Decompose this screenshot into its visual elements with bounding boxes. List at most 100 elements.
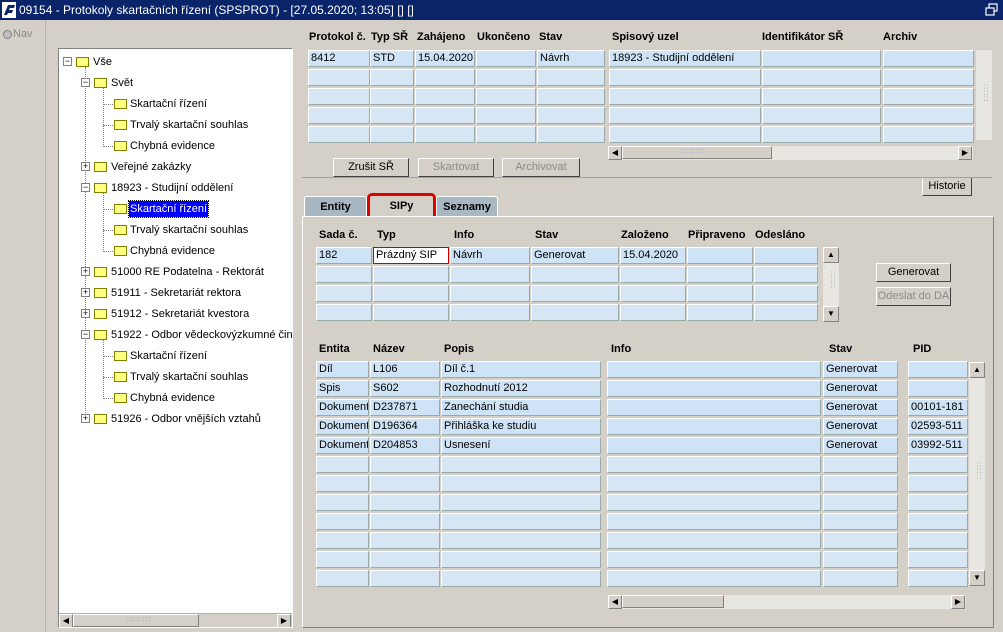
- tree-node-label[interactable]: Skartační řízení: [129, 96, 208, 112]
- grid-cell[interactable]: [607, 513, 821, 530]
- grid-cell[interactable]: [609, 88, 761, 105]
- collapse-icon[interactable]: −: [63, 57, 72, 66]
- tree-node-label[interactable]: Veřejné zakázky: [110, 159, 192, 175]
- grid-cell[interactable]: [537, 107, 605, 124]
- grid-cell[interactable]: D204853: [370, 437, 440, 454]
- grid-cell[interactable]: [607, 380, 821, 397]
- grid-cell[interactable]: [415, 88, 475, 105]
- grid-cell[interactable]: Generovat: [531, 247, 619, 264]
- grid-cell[interactable]: [370, 88, 414, 105]
- grid-cell[interactable]: [370, 551, 440, 568]
- grid-cell[interactable]: [476, 69, 536, 86]
- grid-cell[interactable]: [823, 551, 898, 568]
- grid-cell[interactable]: Návrh: [450, 247, 530, 264]
- grid-cell[interactable]: [620, 304, 686, 321]
- grid-cell[interactable]: Generovat: [823, 399, 898, 416]
- grid-cell[interactable]: [607, 551, 821, 568]
- tab-lists[interactable]: Seznamy: [436, 196, 498, 218]
- scroll-down-icon[interactable]: ▼: [823, 306, 839, 322]
- scroll-right-icon[interactable]: ▶: [958, 146, 972, 160]
- grid-cell[interactable]: [441, 532, 601, 549]
- archive-button[interactable]: Archivovat: [502, 158, 580, 177]
- tree-node-label[interactable]: 51912 - Sekretariát kvestora: [110, 306, 250, 322]
- grid-cell[interactable]: [370, 532, 440, 549]
- tree-node-label[interactable]: 18923 - Studijní oddělení: [110, 180, 234, 196]
- grid-cell[interactable]: [370, 494, 440, 511]
- grid-cell[interactable]: [609, 126, 761, 143]
- tree-node-label[interactable]: Svět: [110, 75, 134, 91]
- grid-cell[interactable]: [762, 88, 881, 105]
- tab-entities[interactable]: Entity: [304, 196, 367, 218]
- grid-cell[interactable]: [607, 418, 821, 435]
- grid-cell[interactable]: [476, 107, 536, 124]
- scroll-left-icon[interactable]: ◀: [608, 146, 622, 160]
- grid-cell[interactable]: [883, 50, 974, 67]
- grid-cell[interactable]: [441, 456, 601, 473]
- grid-cell[interactable]: [370, 107, 414, 124]
- grid-cell[interactable]: [370, 570, 440, 587]
- grid-cell[interactable]: [823, 475, 898, 492]
- grid-cell[interactable]: [316, 494, 369, 511]
- grid-cell[interactable]: [908, 361, 968, 378]
- organization-tree[interactable]: − Vše − Svět Skartační řízení Trvalý ska…: [58, 48, 293, 628]
- tree-node-label[interactable]: Skartační řízení: [127, 200, 210, 218]
- grid-cell[interactable]: [370, 69, 414, 86]
- expand-icon[interactable]: +: [81, 267, 90, 276]
- grid-cell[interactable]: [316, 570, 369, 587]
- entities-vertical-scrollbar[interactable]: ▲ ∷∷∷ ▼: [969, 362, 985, 586]
- grid-cell[interactable]: 03992-511: [908, 437, 968, 454]
- grid-cell[interactable]: Návrh: [537, 50, 605, 67]
- grid-cell[interactable]: [441, 494, 601, 511]
- expand-icon[interactable]: +: [81, 288, 90, 297]
- grid-cell[interactable]: [607, 456, 821, 473]
- grid-cell[interactable]: [537, 88, 605, 105]
- shred-button[interactable]: Skartovat: [418, 158, 494, 177]
- grid-cell[interactable]: [476, 50, 536, 67]
- grid-cell[interactable]: 00101-181: [908, 399, 968, 416]
- grid-cell[interactable]: [607, 494, 821, 511]
- grid-cell[interactable]: [908, 380, 968, 397]
- tree-node-label[interactable]: Skartační řízení: [129, 348, 208, 364]
- grid-cell[interactable]: [308, 88, 370, 105]
- tree-node-label[interactable]: Trvalý skartační souhlas: [129, 222, 249, 238]
- grid-cell[interactable]: 8412: [308, 50, 370, 67]
- grid-cell[interactable]: [908, 513, 968, 530]
- grid-cell[interactable]: [908, 456, 968, 473]
- grid-cell[interactable]: [370, 456, 440, 473]
- grid-cell[interactable]: Prázdný SIP: [373, 247, 449, 264]
- grid-cell[interactable]: [754, 266, 818, 283]
- grid-cell[interactable]: Generovat: [823, 418, 898, 435]
- tree-node-label[interactable]: Trvalý skartační souhlas: [129, 117, 249, 133]
- protocols-horizontal-scrollbar[interactable]: ◀ ∷∷∷∷ ▶: [608, 146, 973, 160]
- grid-cell[interactable]: Díl č.1: [441, 361, 601, 378]
- expand-icon[interactable]: +: [81, 162, 90, 171]
- scroll-left-icon[interactable]: ◀: [59, 614, 73, 627]
- grid-cell[interactable]: [908, 494, 968, 511]
- grid-cell[interactable]: [687, 266, 753, 283]
- grid-cell[interactable]: [476, 126, 536, 143]
- grid-cell[interactable]: [823, 570, 898, 587]
- scroll-up-icon[interactable]: ▲: [969, 362, 985, 378]
- grid-cell[interactable]: D237871: [370, 399, 440, 416]
- scroll-left-icon[interactable]: ◀: [608, 595, 622, 609]
- grid-cell[interactable]: Generovat: [823, 437, 898, 454]
- grid-cell[interactable]: Dokument: [316, 399, 369, 416]
- grid-cell[interactable]: [908, 532, 968, 549]
- grid-cell[interactable]: [609, 107, 761, 124]
- grid-cell[interactable]: Díl: [316, 361, 369, 378]
- grid-cell[interactable]: [316, 513, 369, 530]
- grid-cell[interactable]: [687, 304, 753, 321]
- grid-cell[interactable]: [537, 126, 605, 143]
- grid-cell[interactable]: Usnesení: [441, 437, 601, 454]
- grid-cell[interactable]: Generovat: [823, 361, 898, 378]
- grid-cell[interactable]: Generovat: [823, 380, 898, 397]
- grid-cell[interactable]: [415, 107, 475, 124]
- tree-node-label[interactable]: Vše: [92, 54, 113, 70]
- grid-cell[interactable]: [762, 50, 881, 67]
- grid-cell[interactable]: [620, 266, 686, 283]
- scroll-right-icon[interactable]: ▶: [951, 595, 965, 609]
- nav-radio[interactable]: [3, 30, 12, 39]
- expand-icon[interactable]: +: [81, 414, 90, 423]
- grid-cell[interactable]: 182: [316, 247, 372, 264]
- grid-cell[interactable]: [450, 304, 530, 321]
